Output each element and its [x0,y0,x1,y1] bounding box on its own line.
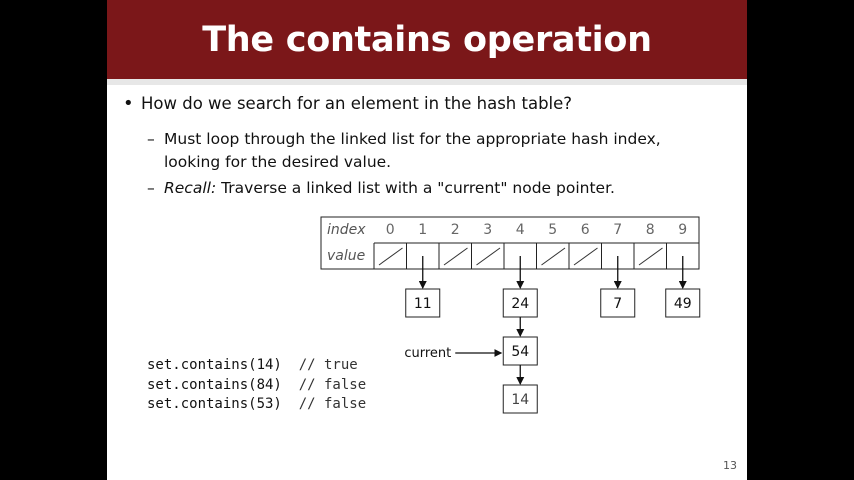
list-node [502,384,538,414]
index-cell: 8 [646,222,655,238]
index-cell: 3 [483,222,492,238]
null-slash [573,247,598,266]
index-cell: 2 [451,222,460,238]
code-comment: // false [298,376,367,393]
table-frame [320,216,700,270]
list-node [405,288,441,318]
list-node-value: 11 [414,296,432,312]
code-call: set.contains(14) [147,357,282,373]
code-call: set.contains(53) [147,396,282,412]
index-cell: 5 [548,222,557,238]
slide: The contains operation • How do we searc… [107,0,747,480]
code-block: set.contains(14) // true set.contains(84)… [147,356,366,415]
code-comment: // true [298,357,358,373]
index-row-label: index [327,222,366,238]
code-line: set.contains(84) // false [147,376,366,396]
null-slash [378,247,403,266]
index-cell: 7 [613,222,622,238]
null-slash [541,247,566,266]
code-line: set.contains(53) // false [147,395,366,415]
sub-bullet-text: Must loop through the linked list for th… [164,130,661,171]
list-node [600,288,636,318]
code-line: set.contains(14) // true [147,356,366,376]
dash-icon: – [147,130,155,148]
list-node-value: 24 [511,296,529,312]
list-node-value: 14 [511,392,529,408]
null-slash [476,247,501,266]
index-cell: 6 [581,222,590,238]
recall-text: Traverse a linked list with a "current" … [216,179,615,197]
sub-bullet-text: Recall: Traverse a linked list with a "c… [164,177,704,200]
list-node-value: 49 [674,296,692,312]
index-cell: 0 [386,222,395,238]
index-cell: 9 [678,222,687,238]
current-label: current [404,346,451,361]
index-cell: 4 [516,222,525,238]
list-node [665,288,701,318]
title-underline [107,79,747,85]
index-cell: 1 [418,222,427,238]
null-slash [638,247,663,266]
list-node-value: 54 [511,344,529,360]
list-node-value: 7 [613,296,622,312]
slide-title: The contains operation [202,19,652,60]
value-row-label: value [327,248,365,264]
list-node [502,336,538,366]
recall-label: Recall: [164,179,217,197]
dash-icon: – [147,179,155,197]
page-number: 13 [723,459,737,472]
bullet-text: How do we search for an element in the h… [141,94,573,113]
null-slash [443,247,468,266]
code-comment: // false [298,396,367,412]
code-call: set.contains(84) [147,376,282,393]
list-node [502,288,538,318]
title-bar: The contains operation [107,0,747,79]
bullet-icon: • [123,93,134,114]
